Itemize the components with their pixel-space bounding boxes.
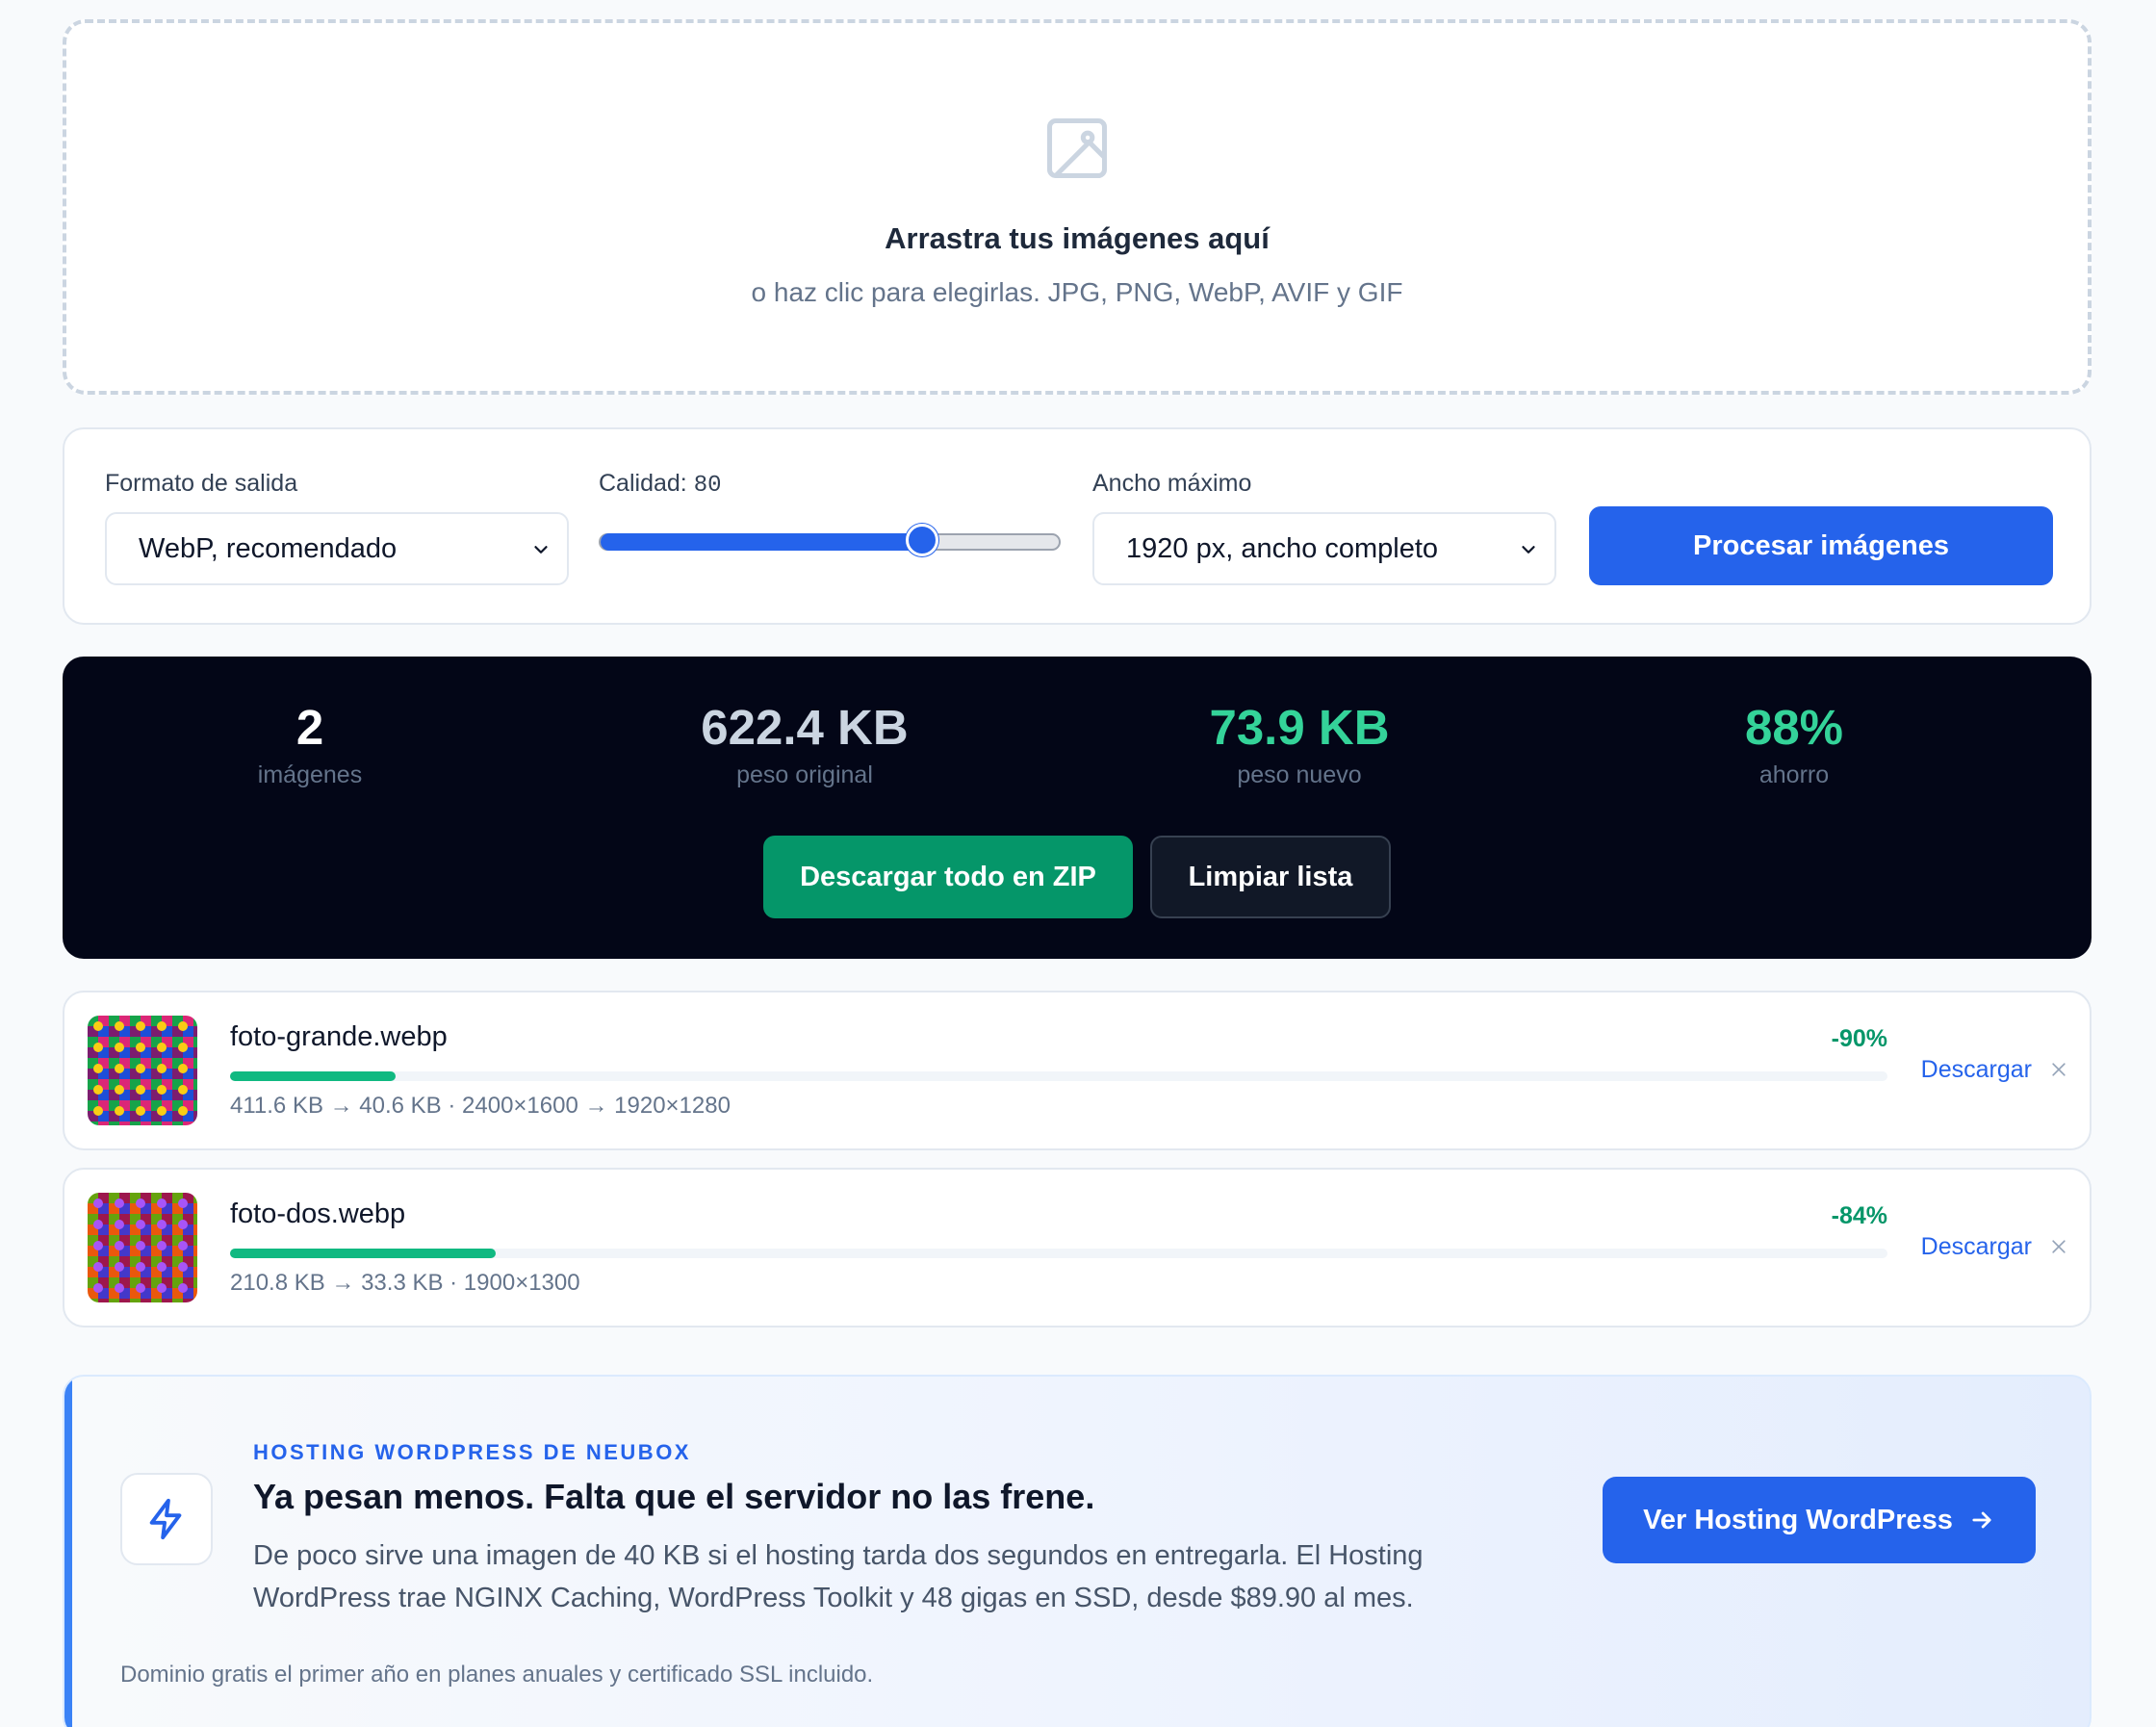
quality-slider[interactable] [599,533,1061,551]
stat-count-label: imágenes [257,761,363,788]
quality-slider-thumb[interactable] [906,524,938,556]
download-zip-button[interactable]: Descargar todo en ZIP [763,836,1133,918]
arrow-right-icon [1972,1511,1991,1529]
stat-original-label: peso original [736,761,873,788]
dropzone-title: Arrastra tus imágenes aquí [885,221,1270,255]
lightning-icon [149,1498,182,1540]
file-thumbnail [88,1016,197,1125]
close-icon[interactable] [2049,1060,2068,1079]
dropzone-subtitle: o haz clic para elegirlas. JPG, PNG, Web… [751,277,1403,307]
image-icon [1046,117,1108,179]
file-item: foto-grande.webp -90% 411.6 KB → 40.6 KB… [63,991,2092,1150]
quality-label: Calidad: 80 [599,470,722,499]
format-select-value: WebP, recomendado [139,532,398,564]
file-progress-fill [230,1071,397,1081]
stat-original-value: 622.4 KB [701,700,909,755]
stat-saving-label: ahorro [1758,761,1830,788]
chevron-down-icon [1522,546,1535,554]
clear-list-button[interactable]: Limpiar lista [1150,836,1391,918]
promo-footnote: Dominio gratis el primer año en planes a… [120,1662,874,1688]
promo-body: De poco sirve una imagen de 40 KB si el … [253,1540,1424,1613]
file-name: foto-dos.webp [230,1199,406,1229]
file-meta: 210.8 KB → 33.3 KB · 1900×1300 [230,1270,580,1296]
stat-original: 622.4 KB peso original [557,699,1052,789]
promo-icon-box [120,1473,213,1565]
file-progress-fill [230,1249,496,1258]
stat-count-value: 2 [295,700,324,755]
width-select[interactable]: 1920 px, ancho completo [1092,512,1556,585]
quality-label-text: Calidad: [599,470,687,497]
stat-new-value: 73.9 KB [1209,700,1390,755]
file-name: foto-grande.webp [230,1021,448,1052]
process-button[interactable]: Procesar imágenes [1589,506,2053,585]
format-select[interactable]: WebP, recomendado [105,512,569,585]
promo-accent-bar [64,1377,72,1727]
promo-title: Ya pesan menos. Falta que el servidor no… [253,1477,1095,1516]
file-thumbnail [88,1193,197,1302]
quality-slider-fill [601,533,922,551]
stat-saving: 88% ahorro [1547,699,2041,789]
quality-value: 80 [693,473,722,499]
hosting-promo: HOSTING WORDPRESS DE NEUBOX Ya pesan men… [63,1375,2092,1727]
file-saving-percent: -90% [1831,1025,1887,1052]
view-hosting-button[interactable]: Ver Hosting WordPress [1603,1477,2036,1563]
upload-dropzone[interactable]: Arrastra tus imágenes aquí o haz clic pa… [63,19,2092,395]
width-label: Ancho máximo [1092,470,1252,497]
stat-new: 73.9 KB peso nuevo [1052,699,1547,789]
file-download-link[interactable]: Descargar [1921,1233,2032,1261]
file-progress-bar [230,1249,1887,1258]
chevron-down-icon [534,546,548,554]
promo-kicker: HOSTING WORDPRESS DE NEUBOX [253,1440,691,1464]
close-icon[interactable] [2049,1237,2068,1256]
stat-saving-value: 88% [1744,700,1844,755]
file-saving-percent: -84% [1831,1202,1887,1229]
stats-panel: 2 imágenes 622.4 KB peso original 73.9 K… [63,657,2092,959]
file-item: foto-dos.webp -84% 210.8 KB → 33.3 KB · … [63,1168,2092,1327]
view-hosting-label: Ver Hosting WordPress [1643,1504,1953,1535]
stat-new-label: peso nuevo [1237,761,1362,788]
options-panel: Formato de salida WebP, recomendado Cali… [63,427,2092,625]
file-meta: 411.6 KB → 40.6 KB · 2400×1600 → 1920×12… [230,1093,731,1119]
width-select-value: 1920 px, ancho completo [1126,532,1439,564]
file-progress-bar [230,1071,1887,1081]
file-download-link[interactable]: Descargar [1921,1056,2032,1084]
format-label: Formato de salida [105,470,298,497]
stat-count: 2 imágenes [63,699,557,789]
